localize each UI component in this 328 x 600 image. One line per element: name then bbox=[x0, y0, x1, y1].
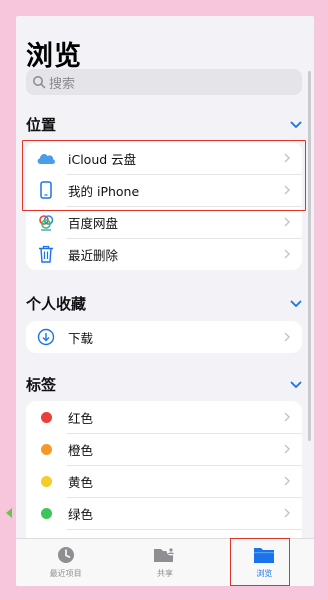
section-header-tags[interactable]: 标签 bbox=[26, 374, 302, 395]
search-input[interactable]: 搜索 bbox=[26, 69, 302, 95]
clock-icon bbox=[57, 547, 74, 563]
download-icon bbox=[36, 327, 56, 347]
list-item-downloads[interactable]: 下载 bbox=[26, 321, 302, 353]
iphone-icon bbox=[36, 180, 56, 200]
list-item-label: 黄色 bbox=[68, 474, 94, 490]
list-item-label: 我的 iPhone bbox=[68, 183, 140, 199]
tag-color-dot-icon bbox=[40, 507, 52, 519]
chevron-right-icon bbox=[284, 153, 290, 163]
list-item-label: 最近删除 bbox=[68, 247, 119, 263]
list-item-label: 橙色 bbox=[68, 442, 94, 458]
tab-label: 共享 bbox=[156, 569, 173, 578]
baidu-netdisk-icon bbox=[36, 212, 56, 232]
tab-browse[interactable]: 浏览 bbox=[215, 539, 314, 586]
tab-shared[interactable]: 共享 bbox=[115, 539, 214, 586]
page-title: 浏览 bbox=[26, 41, 82, 72]
chevron-down-icon[interactable] bbox=[290, 381, 302, 389]
chevron-down-icon[interactable] bbox=[290, 300, 302, 308]
list-item-label: 红色 bbox=[68, 410, 94, 426]
tag-color-dot-icon bbox=[40, 411, 52, 423]
scrollbar[interactable] bbox=[308, 71, 311, 441]
list-item-tag-green[interactable]: 绿色 bbox=[26, 497, 302, 529]
chevron-down-icon[interactable] bbox=[290, 121, 302, 129]
list-item-on-my-iphone[interactable]: 我的 iPhone bbox=[26, 174, 302, 206]
search-placeholder: 搜索 bbox=[49, 76, 76, 92]
section-title: 位置 bbox=[26, 116, 57, 134]
list-item-tag-yellow[interactable]: 黄色 bbox=[26, 465, 302, 497]
chevron-right-icon bbox=[284, 249, 290, 259]
section-header-locations[interactable]: 位置 bbox=[26, 114, 302, 135]
files-app-window: 浏览 搜索 位置 iCloud 云盘 我的 iPhone 百度网盘 最近删除 个… bbox=[16, 16, 314, 586]
list-item-recently-deleted[interactable]: 最近删除 bbox=[26, 238, 302, 270]
list-item-icloud-drive[interactable]: iCloud 云盘 bbox=[26, 142, 302, 174]
folder-icon bbox=[254, 548, 275, 563]
chevron-right-icon bbox=[284, 412, 290, 422]
tab-label: 最近项目 bbox=[49, 569, 82, 578]
list-item-label: 下载 bbox=[68, 330, 94, 346]
list-item-label: 绿色 bbox=[68, 506, 94, 522]
chevron-right-icon bbox=[284, 217, 290, 227]
tag-color-dot-icon bbox=[40, 475, 52, 487]
chevron-right-icon bbox=[284, 508, 290, 518]
chevron-right-icon bbox=[284, 332, 290, 342]
chevron-right-icon bbox=[284, 185, 290, 195]
list-item-label: iCloud 云盘 bbox=[68, 151, 137, 167]
icloud-icon bbox=[36, 148, 56, 168]
chevron-right-icon bbox=[284, 476, 290, 486]
tab-label: 浏览 bbox=[256, 569, 273, 578]
chevron-right-icon bbox=[284, 444, 290, 454]
section-title: 个人收藏 bbox=[26, 295, 87, 313]
tab-recents[interactable]: 最近项目 bbox=[16, 539, 115, 586]
section-header-favorites[interactable]: 个人收藏 bbox=[26, 293, 302, 314]
list-item-label: 百度网盘 bbox=[68, 215, 119, 231]
tab-bar: 最近项目 共享 浏览 bbox=[16, 538, 314, 586]
trash-icon bbox=[36, 244, 56, 264]
search-icon bbox=[33, 76, 46, 89]
section-title: 标签 bbox=[26, 376, 57, 394]
locations-list: iCloud 云盘 我的 iPhone 百度网盘 最近删除 bbox=[26, 142, 302, 270]
shared-folder-icon bbox=[153, 546, 176, 562]
list-item-baidu-netdisk[interactable]: 百度网盘 bbox=[26, 206, 302, 238]
list-item-tag-red[interactable]: 红色 bbox=[26, 401, 302, 433]
left-arrow-icon bbox=[6, 508, 12, 518]
tags-list: 红色 橙色 黄色 绿色 蓝色 bbox=[26, 401, 302, 561]
list-item-tag-orange[interactable]: 橙色 bbox=[26, 433, 302, 465]
favorites-list: 下载 bbox=[26, 321, 302, 353]
tag-color-dot-icon bbox=[40, 443, 52, 455]
